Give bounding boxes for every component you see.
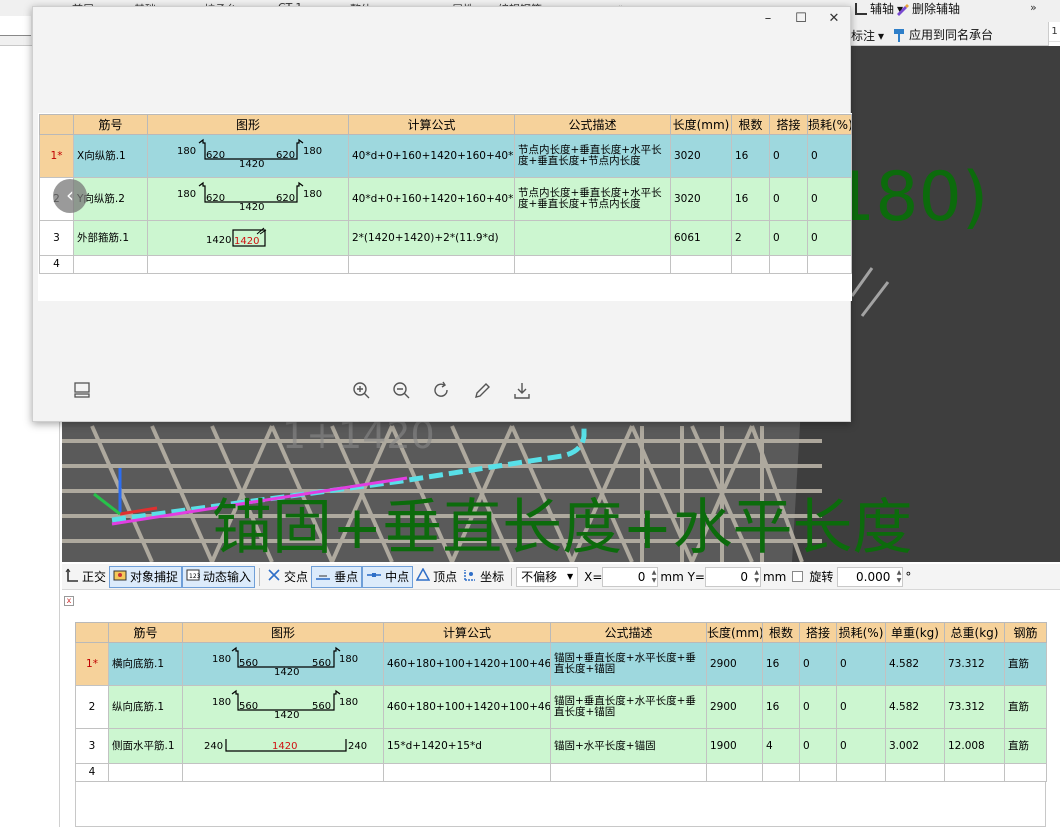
image-preview-dialog: – ☐ ✕ 筋号 图形 计算公式 公式描述 长度(mm) 根数 搭接 损耗(%)… (32, 6, 852, 422)
svg-text:1420: 1420 (274, 710, 299, 721)
perpendicular-icon (315, 568, 331, 585)
ortho-toggle[interactable]: 正交 (62, 566, 109, 588)
table-row: 2 Y向纵筋.2 180 620 1420 620 180 40*d+0+160… (39, 177, 852, 221)
snap-toolbar: 正交 对象捕捉 123 动态输入 交点 垂点 中点 顶点 坐标 不偏移 ▼ X=… (62, 564, 1060, 590)
coordinate-snap[interactable]: 坐标 (460, 566, 507, 588)
table-row[interactable]: 2 纵向底筋.1 180 560 1420 560 180 460+180+10… (75, 685, 1047, 729)
preview-rebar-table: 筋号 图形 计算公式 公式描述 长度(mm) 根数 搭接 损耗(%) 1* X向… (39, 114, 852, 274)
rotate-input[interactable]: 0.000 (837, 566, 904, 587)
svg-text:180: 180 (212, 697, 231, 708)
table-row: 1* X向纵筋.1 180 620 1420 620 180 40*d+0+16… (39, 134, 852, 178)
svg-text:1420: 1420 (239, 159, 264, 170)
midpoint-snap[interactable]: 中点 (362, 565, 414, 588)
rebar-shape-figure: 180 560 1420 560 180 (182, 685, 384, 729)
delete-axis-button[interactable]: 删除辅轴 (895, 0, 960, 17)
zoom-out-icon[interactable] (392, 381, 412, 404)
axis-icon (855, 2, 867, 15)
mm-unit: mm (762, 569, 787, 584)
pin-icon (892, 28, 906, 42)
annotate-button[interactable]: 标注 ▾ (851, 27, 884, 44)
svg-text:180: 180 (177, 189, 196, 200)
minimize-button[interactable]: – (756, 11, 780, 26)
thumbnail-icon[interactable] (73, 381, 91, 402)
zoom-in-icon[interactable] (352, 381, 372, 404)
rebar-shape-figure: 180 620 1420 620 180 (147, 177, 349, 221)
y-offset-input[interactable]: 0 (704, 566, 761, 587)
midpoint-icon (366, 568, 382, 585)
rebar-detail-panel: x 筋号 图形 计算公式 公式描述 长度(mm) 根数 搭接 损耗(%) 单重(… (62, 590, 1060, 827)
perpendicular-snap[interactable]: 垂点 (311, 565, 363, 588)
svg-text:560: 560 (312, 658, 331, 669)
dynamic-input-toggle[interactable]: 123 动态输入 (182, 565, 256, 588)
svg-text:1420: 1420 (272, 741, 297, 752)
close-button[interactable]: ✕ (822, 11, 846, 26)
ortho-icon (65, 568, 79, 585)
svg-text:180: 180 (177, 146, 196, 157)
vertex-icon (415, 567, 431, 585)
svg-text:1420: 1420 (239, 202, 264, 213)
viewport-label-formula: 锚固+垂直长度+水平长度 (212, 493, 913, 562)
svg-text:560: 560 (239, 658, 258, 669)
rebar-shape-figure: 180 620 1420 620 180 (147, 134, 349, 178)
rotate-label: 旋转 (809, 570, 834, 584)
rotate-icon[interactable] (432, 381, 452, 404)
table-row[interactable]: 4 (75, 763, 1047, 782)
table-header: 筋号 图形 计算公式 公式描述 长度(mm) 根数 搭接 损耗(%) 单重(kg… (75, 622, 1047, 643)
degree-unit: ° (905, 569, 912, 584)
dynamic-input-icon: 123 (186, 568, 201, 585)
svg-text:620: 620 (276, 150, 295, 161)
download-icon[interactable] (512, 381, 532, 404)
panel-close-icon[interactable]: x (64, 596, 74, 606)
svg-text:180: 180 (212, 654, 231, 665)
svg-text:240: 240 (204, 741, 223, 752)
svg-text:620: 620 (206, 150, 225, 161)
maximize-button[interactable]: ☐ (789, 11, 813, 26)
viewport-label-180: 180) (832, 158, 989, 237)
table-header: 筋号 图形 计算公式 公式描述 长度(mm) 根数 搭接 损耗(%) (39, 114, 852, 135)
ribbon-more-2[interactable]: » (1030, 1, 1037, 14)
table-row[interactable]: 3 侧面水平筋.1 240 1420 240 15*d+1420+15*d 锚固… (75, 728, 1047, 764)
svg-text:123: 123 (189, 573, 200, 580)
svg-text:180: 180 (339, 697, 358, 708)
offset-mode-select[interactable]: 不偏移 ▼ (516, 566, 579, 587)
svg-text:240: 240 (348, 741, 367, 752)
intersection-snap[interactable]: 交点 (264, 566, 311, 588)
svg-text:180: 180 (303, 146, 322, 157)
svg-text:180: 180 (339, 654, 358, 665)
chevron-down-icon: ▼ (566, 572, 574, 581)
snap-icon (113, 568, 127, 585)
svg-text:1420: 1420 (206, 235, 231, 246)
pen-icon (895, 2, 909, 16)
table-row[interactable]: 1* 横向底筋.1 180 560 1420 560 180 460+180+1… (75, 642, 1047, 686)
table-row: 4 (39, 255, 852, 274)
table-row: 3 外部箍筋.1 1420 1420 2*(1420+1420)+2*(11.9… (39, 220, 852, 256)
preview-toolbar (33, 379, 852, 409)
y-label: mm Y= (660, 569, 705, 584)
x-label: X= (584, 569, 603, 584)
vertex-snap[interactable]: 顶点 (413, 566, 460, 588)
apply-same-cap-button[interactable]: 应用到同名承台 (892, 26, 993, 43)
preview-image: 筋号 图形 计算公式 公式描述 长度(mm) 根数 搭接 损耗(%) 1* X向… (38, 113, 852, 301)
svg-text:560: 560 (312, 701, 331, 712)
x-offset-input[interactable]: 0 (602, 566, 659, 587)
svg-text:180: 180 (303, 189, 322, 200)
svg-text:560: 560 (239, 701, 258, 712)
rotate-checkbox[interactable] (792, 571, 804, 582)
coordinate-icon (463, 568, 477, 585)
intersection-icon (267, 568, 281, 585)
svg-text:620: 620 (206, 193, 225, 204)
svg-text:1420: 1420 (274, 667, 299, 678)
edit-pen-icon[interactable] (472, 381, 492, 404)
rebar-shape-figure: 180 560 1420 560 180 (182, 642, 384, 686)
rebar-shape-figure: 1420 1420 (147, 220, 349, 256)
svg-text:1420: 1420 (234, 236, 259, 247)
bottom-rebar-table: 筋号 图形 计算公式 公式描述 长度(mm) 根数 搭接 损耗(%) 单重(kg… (75, 622, 1047, 782)
svg-text:620: 620 (276, 193, 295, 204)
rebar-shape-figure: 240 1420 240 (182, 728, 384, 764)
previous-image-button[interactable]: ‹ (53, 179, 87, 213)
object-snap-toggle[interactable]: 对象捕捉 (109, 565, 183, 588)
